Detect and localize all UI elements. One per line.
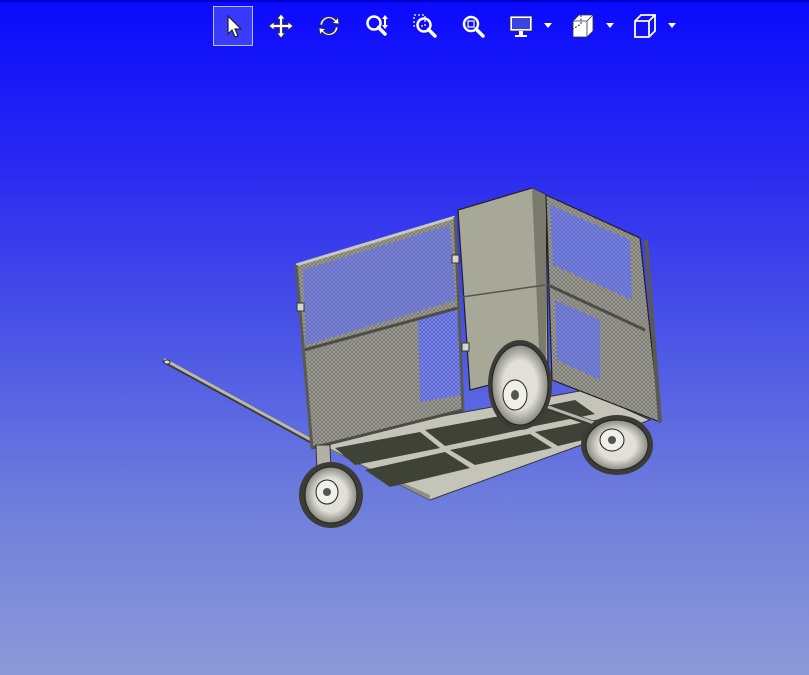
middle-wheel: [488, 340, 552, 430]
display-style-dropdown-arrow[interactable]: [543, 21, 553, 31]
move-arrows-icon: [268, 13, 294, 39]
hinge: [451, 254, 460, 264]
view-orientation-dropdown-arrow[interactable]: [667, 21, 677, 31]
window-top-edge: [0, 0, 809, 2]
graphics-viewport[interactable]: [0, 48, 809, 675]
arrow-pointer-icon: [227, 14, 243, 38]
cart-rear-panel: [545, 194, 662, 423]
cart-3d-model[interactable]: [0, 48, 809, 675]
chevron-down-icon: [668, 23, 676, 28]
section-view-button[interactable]: [563, 6, 603, 46]
rear-right-wheel: [581, 415, 653, 475]
section-view-icon: [572, 14, 594, 38]
section-view-dropdown-arrow[interactable]: [605, 21, 615, 31]
rotate-tool-button[interactable]: [309, 6, 349, 46]
cart-side-panel: [294, 215, 465, 450]
zoom-in-out-tool-button[interactable]: [357, 6, 397, 46]
rotate-icon: [318, 15, 340, 37]
cube-icon: [634, 14, 656, 38]
zoom-to-area-tool-button[interactable]: [405, 6, 445, 46]
chevron-down-icon: [606, 23, 614, 28]
zoom-area-icon: [413, 14, 437, 38]
chevron-down-icon: [544, 23, 552, 28]
front-left-wheel: [299, 462, 363, 528]
hinge: [461, 342, 470, 352]
select-tool-button[interactable]: [213, 6, 253, 46]
monitor-icon: [509, 15, 533, 37]
zoom-updown-icon: [366, 15, 388, 36]
view-orientation-button[interactable]: [625, 6, 665, 46]
hinge: [296, 302, 305, 312]
display-style-button[interactable]: [501, 6, 541, 46]
pan-tool-button[interactable]: [261, 6, 301, 46]
view-toolbar: [213, 5, 693, 47]
zoom-to-fit-tool-button[interactable]: [453, 6, 493, 46]
tow-bar: [162, 358, 318, 446]
zoom-fit-icon: [462, 15, 485, 38]
